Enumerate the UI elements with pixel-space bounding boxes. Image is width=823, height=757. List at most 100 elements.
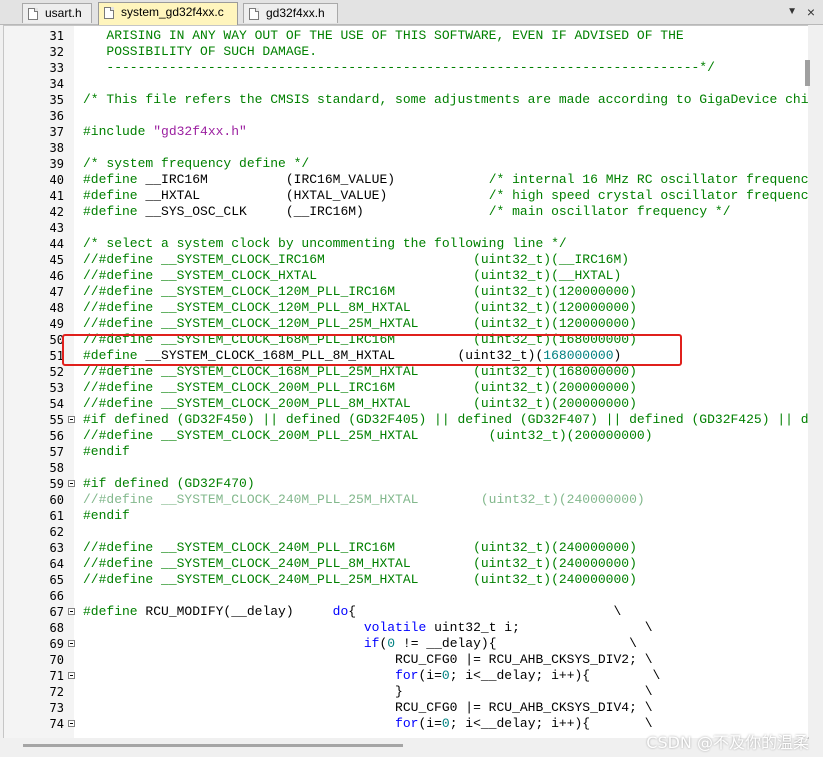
fold-collapse-icon[interactable] — [68, 480, 75, 487]
line-number: 50 — [49, 333, 64, 347]
line-number: 71 — [49, 669, 64, 683]
code-text: //#define __SYSTEM_CLOCK_120M_PLL_8M_HXT… — [83, 300, 637, 316]
line-number: 47 — [49, 285, 64, 299]
code-text: for(i=0; i<__delay; i++){ \ — [83, 668, 660, 684]
fold-collapse-icon[interactable] — [68, 672, 75, 679]
code-line[interactable]: 42 #define __SYS_OSC_CLK (__IRC16M) /* ma… — [4, 204, 808, 220]
line-number: 56 — [49, 429, 64, 443]
vertical-scrollbar[interactable] — [808, 25, 823, 737]
line-number: 58 — [49, 461, 64, 475]
code-text: //#define __SYSTEM_CLOCK_200M_PLL_25M_HX… — [83, 428, 653, 444]
horizontal-scrollbar-thumb[interactable] — [23, 744, 403, 747]
line-number: 57 — [49, 445, 64, 459]
code-line[interactable]: 73 RCU_CFG0 |= RCU_AHB_CKSYS_DIV4; \ — [4, 700, 808, 716]
code-line[interactable]: 67 #define RCU_MODIFY(__delay) do{ \ — [4, 604, 808, 620]
code-line[interactable]: 33 -------------------------------------… — [4, 60, 808, 76]
code-line[interactable]: 51 #define __SYSTEM_CLOCK_168M_PLL_8M_HXT… — [4, 348, 808, 364]
code-line[interactable]: 44 /* select a system clock by uncommenti… — [4, 236, 808, 252]
fold-collapse-icon[interactable] — [68, 720, 75, 727]
line-number: 63 — [49, 541, 64, 555]
code-line[interactable]: 69 if(0 != __delay){ \ — [4, 636, 808, 652]
code-line[interactable]: 35 /* This file refers the CMSIS standard… — [4, 92, 808, 108]
code-token: do — [332, 604, 349, 619]
fold-collapse-icon[interactable] — [68, 608, 75, 615]
code-line[interactable]: 46 //#define __SYSTEM_CLOCK_HXTAL (uint32… — [4, 268, 808, 284]
line-number: 66 — [49, 589, 64, 603]
code-line[interactable]: 50 //#define __SYSTEM_CLOCK_168M_PLL_IRC1… — [4, 332, 808, 348]
code-token: /* high speed crystal oscillator frequen… — [488, 188, 809, 203]
code-text: } \ — [83, 684, 652, 700]
fold-collapse-icon[interactable] — [68, 416, 75, 423]
code-token: #if defined (GD32F450) || defined (GD32F… — [83, 412, 809, 427]
code-line[interactable]: 49 //#define __SYSTEM_CLOCK_120M_PLL_25M_… — [4, 316, 808, 332]
code-token: POSSIBILITY OF SUCH DAMAGE. — [83, 44, 318, 59]
tab-list-dropdown-icon[interactable]: ▼ — [787, 3, 797, 21]
code-line[interactable]: 39 /* system frequency define */ — [4, 156, 808, 172]
code-line[interactable]: 58 — [4, 460, 808, 476]
code-line[interactable]: 70 RCU_CFG0 |= RCU_AHB_CKSYS_DIV2; \ — [4, 652, 808, 668]
code-line[interactable]: 41 #define __HXTAL (HXTAL_VALUE) /* high … — [4, 188, 808, 204]
code-line[interactable]: 31 ARISING IN ANY WAY OUT OF THE USE OF … — [4, 28, 808, 44]
code-line[interactable]: 64 //#define __SYSTEM_CLOCK_240M_PLL_8M_H… — [4, 556, 808, 572]
code-line[interactable]: 68 volatile uint32_t i; \ — [4, 620, 808, 636]
code-token: //#define __SYSTEM_CLOCK_240M_PLL_IRC16M… — [83, 540, 637, 555]
code-line[interactable]: 47 //#define __SYSTEM_CLOCK_120M_PLL_IRC1… — [4, 284, 808, 300]
code-text: RCU_CFG0 |= RCU_AHB_CKSYS_DIV2; \ — [83, 652, 652, 668]
code-line[interactable]: 60 //#define __SYSTEM_CLOCK_240M_PLL_25M_… — [4, 492, 808, 508]
code-line[interactable]: 45 //#define __SYSTEM_CLOCK_IRC16M (uint3… — [4, 252, 808, 268]
line-number: 59 — [49, 477, 64, 491]
line-number: 45 — [49, 253, 64, 267]
code-line[interactable]: 36 — [4, 108, 808, 124]
code-token: RCU_CFG0 |= RCU_AHB_CKSYS_DIV4; \ — [83, 700, 653, 715]
code-line[interactable]: 72 } \ — [4, 684, 808, 700]
vertical-scrollbar-thumb[interactable] — [805, 60, 810, 86]
code-line[interactable]: 56 //#define __SYSTEM_CLOCK_200M_PLL_25M_… — [4, 428, 808, 444]
tab-label: usart.h — [45, 6, 82, 20]
code-line[interactable]: 37 #include "gd32f4xx.h" — [4, 124, 808, 140]
code-line[interactable]: 34 — [4, 76, 808, 92]
code-token: //#define __SYSTEM_CLOCK_120M_PLL_8M_HXT… — [83, 300, 637, 315]
code-line[interactable]: 43 — [4, 220, 808, 236]
tab-system-gd32f4xx-c[interactable]: system_gd32f4xx.c — [98, 2, 238, 25]
line-number: 43 — [49, 221, 64, 235]
code-text: for(i=0; i<__delay; i++){ \ — [83, 716, 652, 732]
code-token: /* select a system clock by uncommenting… — [83, 236, 567, 251]
code-line[interactable]: 63 //#define __SYSTEM_CLOCK_240M_PLL_IRC1… — [4, 540, 808, 556]
tab-gd32f4xx-h[interactable]: gd32f4xx.h — [243, 3, 338, 23]
code-token: //#define __SYSTEM_CLOCK_240M_PLL_25M_HX… — [83, 572, 637, 587]
code-editor[interactable]: 31 ARISING IN ANY WAY OUT OF THE USE OF … — [3, 25, 809, 739]
code-line[interactable]: 38 — [4, 140, 808, 156]
code-line[interactable]: 59 #if defined (GD32F470) — [4, 476, 808, 492]
code-token: ) — [613, 348, 622, 363]
code-token: //#define __SYSTEM_CLOCK_IRC16M (uint32_… — [83, 252, 630, 267]
code-token: __HXTAL (HXTAL_VALUE) — [145, 188, 489, 203]
line-number: 32 — [49, 45, 64, 59]
code-token: #endif — [83, 444, 130, 459]
code-line[interactable]: 61 #endif — [4, 508, 808, 524]
code-line[interactable]: 53 //#define __SYSTEM_CLOCK_200M_PLL_IRC1… — [4, 380, 808, 396]
code-text: #if defined (GD32F450) || defined (GD32F… — [83, 412, 809, 428]
code-line[interactable]: 57 #endif — [4, 444, 808, 460]
code-token: 168000000 — [543, 348, 614, 363]
code-line[interactable]: 40 #define __IRC16M (IRC16M_VALUE) /* int… — [4, 172, 808, 188]
code-token: #include — [83, 124, 154, 139]
line-number: 67 — [49, 605, 64, 619]
code-line[interactable]: 54 //#define __SYSTEM_CLOCK_200M_PLL_8M_H… — [4, 396, 808, 412]
code-text: if(0 != __delay){ \ — [83, 636, 637, 652]
code-text: #if defined (GD32F470) — [83, 476, 255, 492]
code-line[interactable]: 32 POSSIBILITY OF SUCH DAMAGE. — [4, 44, 808, 60]
code-line[interactable]: 55 #if defined (GD32F450) || defined (GD3… — [4, 412, 808, 428]
close-tab-icon[interactable]: × — [807, 3, 815, 21]
code-line[interactable]: 52 //#define __SYSTEM_CLOCK_168M_PLL_25M_… — [4, 364, 808, 380]
code-line[interactable]: 65 //#define __SYSTEM_CLOCK_240M_PLL_25M_… — [4, 572, 808, 588]
code-line[interactable]: 66 — [4, 588, 808, 604]
code-line[interactable]: 48 //#define __SYSTEM_CLOCK_120M_PLL_8M_H… — [4, 300, 808, 316]
code-token: //#define __SYSTEM_CLOCK_200M_PLL_IRC16M… — [83, 380, 637, 395]
fold-collapse-icon[interactable] — [68, 640, 75, 647]
code-line[interactable]: 62 — [4, 524, 808, 540]
tab-usart-h[interactable]: usart.h — [22, 3, 92, 23]
line-number: 54 — [49, 397, 64, 411]
code-line[interactable]: 71 for(i=0; i<__delay; i++){ \ — [4, 668, 808, 684]
code-token: uint32_t i; \ — [426, 620, 653, 635]
